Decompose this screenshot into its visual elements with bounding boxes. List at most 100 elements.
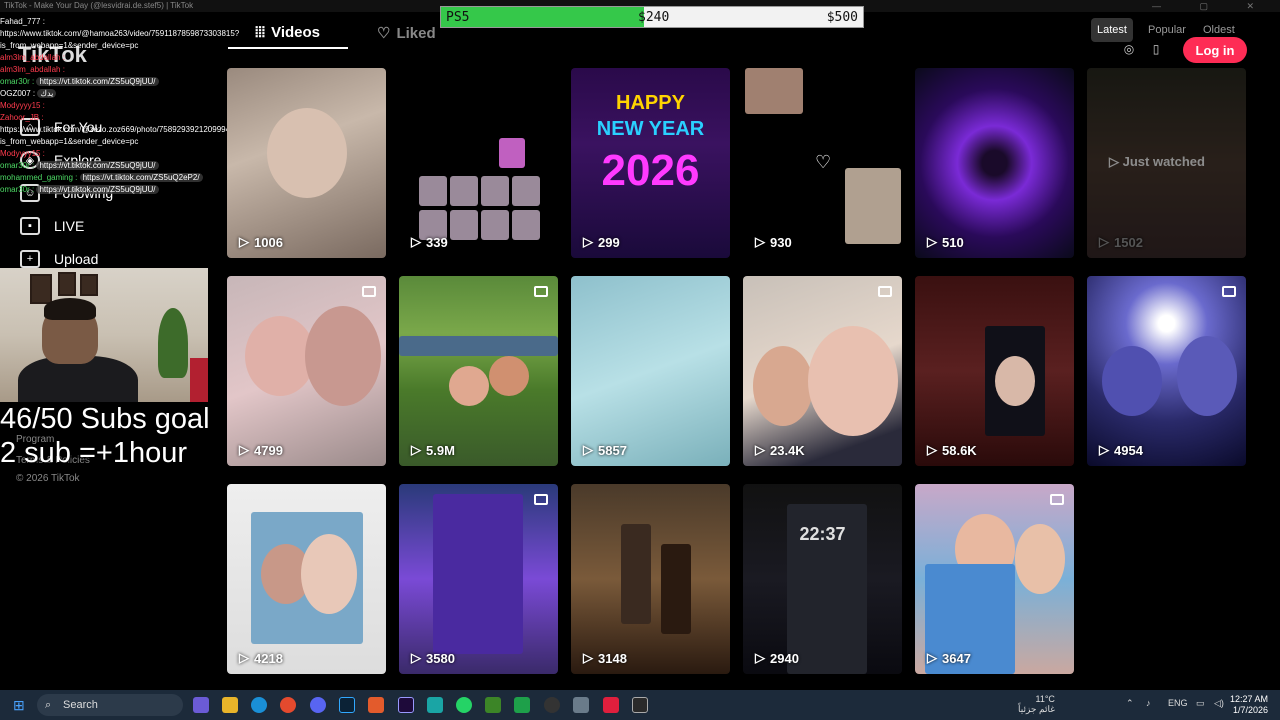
sort-popular-button[interactable]: Popular	[1142, 18, 1192, 42]
play-icon: ▷	[239, 650, 249, 665]
chat-username: Zahoor_JB :	[0, 113, 44, 122]
video-card[interactable]: ▷ 510	[915, 68, 1074, 258]
video-card[interactable]: ♡ ▷ 930	[743, 68, 902, 258]
weather-widget[interactable]: 11°C غائم جزئياً	[1018, 694, 1055, 714]
obs-icon[interactable]	[544, 697, 560, 713]
window-title: TikTok - Make Your Day (@lesvidrai.de.st…	[4, 1, 194, 10]
sidebar-item-live[interactable]: ▪ LIVE	[20, 217, 84, 235]
search-icon: ⌕	[45, 699, 52, 711]
play-icon: ▷	[411, 442, 421, 457]
collage-photo	[450, 176, 478, 206]
video-card[interactable]: ▷ 339	[399, 68, 558, 258]
video-card[interactable]: ▷ 4954	[1087, 276, 1246, 466]
premiere-icon[interactable]	[398, 697, 414, 713]
video-card[interactable]: 22:37 ▷ 2940	[743, 484, 902, 674]
streamlabs-icon[interactable]	[603, 697, 619, 713]
brave-icon[interactable]	[368, 697, 384, 713]
face	[489, 356, 529, 396]
chat-message: OGZ007 : يدك	[0, 88, 250, 100]
volume-icon[interactable]: ◁)	[1214, 698, 1224, 709]
play-icon: ▷	[239, 442, 249, 457]
face	[808, 326, 898, 436]
discord-icon[interactable]	[310, 697, 326, 713]
face	[1177, 336, 1237, 416]
windows-start-icon[interactable]: ⊞	[13, 697, 29, 713]
face	[1015, 524, 1065, 594]
play-icon: ▷	[411, 650, 421, 665]
video-card[interactable]: ▷ 3580	[399, 484, 558, 674]
phone-icon[interactable]: ▯	[1145, 38, 1167, 60]
view-count: ▷ 4799	[239, 442, 283, 458]
chat-message: Modyyyy15 :	[0, 148, 250, 160]
video-card[interactable]: ▷ 5857	[571, 276, 730, 466]
face	[753, 346, 813, 426]
collage-photo	[450, 210, 478, 240]
video-card[interactable]: ▷ 4799	[227, 276, 386, 466]
phone-screen	[433, 494, 523, 654]
gaming-chair	[190, 358, 208, 402]
language-indicator[interactable]: ENG	[1168, 698, 1188, 708]
view-count: ▷ 4954	[1099, 442, 1143, 458]
play-icon: ▷	[239, 234, 249, 249]
play-icon: ▷	[755, 234, 765, 249]
teams-icon[interactable]	[193, 697, 209, 713]
coin-icon[interactable]: ◎	[1118, 38, 1140, 60]
view-count-text: 4218	[254, 650, 283, 666]
play-icon: ▷	[927, 234, 937, 249]
minecraft-icon[interactable]	[485, 697, 501, 713]
view-count: ▷ 23.4K	[755, 442, 805, 458]
photoshop-icon[interactable]	[339, 697, 355, 713]
chat-text: https://www.tiktok.com/@zezo.zoz669/phot…	[0, 125, 248, 134]
webcam-overlay	[0, 268, 208, 402]
capcut-icon[interactable]	[427, 697, 443, 713]
chat-text: is_from_webapp=1&sender_device=pc	[0, 137, 139, 146]
epic-games-icon[interactable]	[632, 697, 648, 713]
whatsapp-icon[interactable]	[456, 697, 472, 713]
video-card[interactable]: ▷ Just watched ▷ 1502	[1087, 68, 1246, 258]
thumb-photo	[745, 68, 803, 114]
tab-label: Liked	[396, 24, 436, 42]
weather-temp: 11°C	[1035, 694, 1055, 704]
tab-videos[interactable]: ⦙⦙⦙ Videos	[255, 24, 320, 41]
video-card[interactable]: ▷ 3148	[571, 484, 730, 674]
person-silhouette	[661, 544, 691, 634]
subs-goal-overlay: 46/50 Subs goal 2 sub =+1hour	[0, 402, 210, 470]
chat-username: Modyyyy15 :	[0, 149, 45, 158]
sidebar-item-label: Upload	[54, 251, 99, 267]
video-card[interactable]: ▷ 3647	[915, 484, 1074, 674]
video-card[interactable]: ▷ 23.4K	[743, 276, 902, 466]
tab-liked[interactable]: ♡ Liked	[377, 24, 436, 43]
chat-text: https://vt.tiktok.com/ZS5uQ2eP2/	[79, 173, 203, 182]
login-button[interactable]: Log in	[1183, 37, 1247, 63]
play-icon: ▷	[1099, 234, 1109, 249]
edge-icon[interactable]	[251, 697, 267, 713]
video-card[interactable]: ▷ 1006	[227, 68, 386, 258]
settings-icon[interactable]	[573, 697, 589, 713]
chat-message: Modyyyy15 :	[0, 100, 250, 112]
microphone-icon[interactable]: ♪	[1146, 698, 1151, 708]
video-card[interactable]: ▷ 5.9M	[399, 276, 558, 466]
video-card[interactable]: ▷ 4218	[227, 484, 386, 674]
taskbar-search[interactable]: ⌕ Search	[37, 694, 183, 716]
video-card[interactable]: ▷ 58.6K	[915, 276, 1074, 466]
excel-icon[interactable]	[514, 697, 530, 713]
thumb-photo	[845, 168, 901, 244]
window-controls[interactable]: — ▢ ✕	[1152, 0, 1272, 12]
file-explorer-icon[interactable]	[222, 697, 238, 713]
chat-username: mohammed_gaming :	[0, 173, 78, 182]
view-count-text: 58.6K	[942, 442, 977, 458]
windows-taskbar: ⊞ ⌕ Search 11°C غائم جزئياً ⌃ ♪ ENG ▭ ◁)…	[0, 690, 1280, 720]
view-count-text: 23.4K	[770, 442, 805, 458]
phone-clock-time: 22:37	[799, 524, 846, 544]
view-count-text: 2940	[770, 650, 799, 666]
play-icon: ▷	[755, 650, 765, 665]
taskbar-clock[interactable]: 12:27 AM 1/7/2026	[1230, 694, 1268, 716]
view-count: ▷ 5857	[583, 442, 627, 458]
chat-username: alm3lm_abdallah :	[0, 53, 65, 62]
view-count: ▷ 339	[411, 234, 448, 250]
chrome-icon[interactable]	[280, 697, 296, 713]
chevron-up-icon[interactable]: ⌃	[1126, 698, 1134, 709]
display-icon[interactable]: ▭	[1196, 698, 1205, 709]
sidebar-item-upload[interactable]: + Upload	[20, 250, 98, 268]
video-card[interactable]: HAPPY NEW YEAR 2026 ▷ 299	[571, 68, 730, 258]
